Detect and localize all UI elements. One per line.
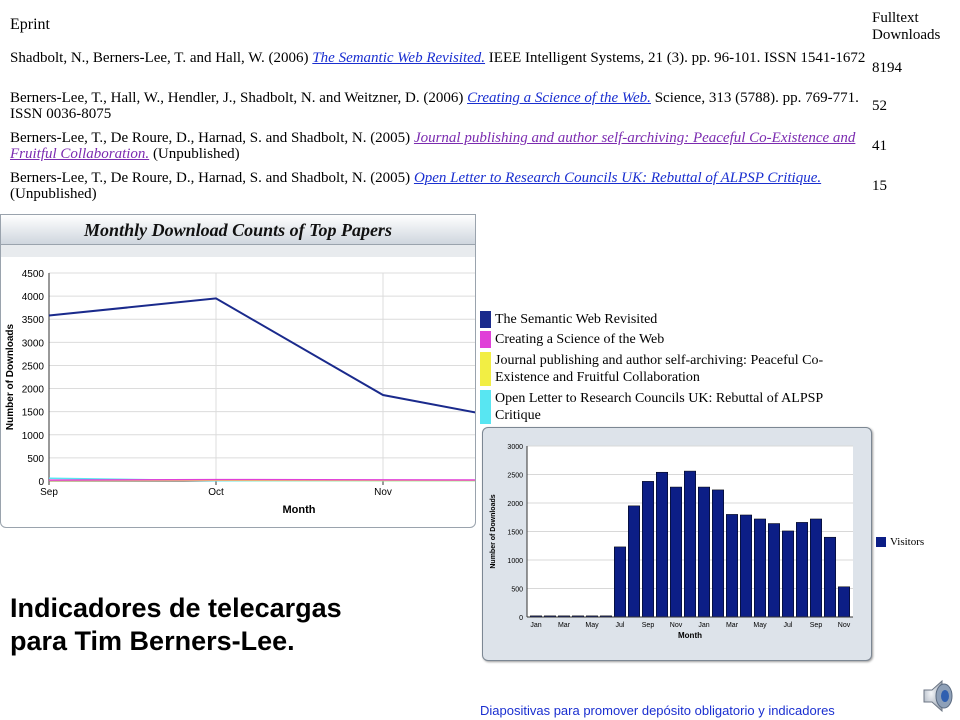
x-tick-label: Sep: [40, 487, 58, 498]
citation-authors: Shadbolt, N., Berners-Lee, T. and Hall, …: [10, 50, 313, 66]
legend-label: Visitors: [890, 536, 925, 548]
y-tick-label: 4000: [22, 292, 45, 303]
y-axis-label: Number of Downloads: [490, 494, 497, 568]
y-tick-label: 500: [511, 587, 523, 594]
x-axis-label: Month: [283, 504, 316, 516]
x-tick-label: Sep: [810, 622, 823, 629]
caption-line: Indicadores de telecargas: [10, 593, 342, 623]
table-row: Berners-Lee, T., De Roure, D., Harnad, S…: [10, 170, 870, 202]
citation-source: IEEE Intelligent Systems, 21 (3). pp. 96…: [485, 50, 866, 66]
bar-chart-panel: 0 500 1000 1500 2000 2500 3000 Jan Mar May Jul Sep N…: [482, 427, 872, 661]
bar: [656, 471, 668, 618]
citation-authors: Berners-Lee, T., De Roure, D., Harnad, S…: [10, 130, 414, 146]
y-axis-label: Number of Downloads: [5, 324, 16, 431]
citation-source: (Unpublished): [149, 146, 240, 162]
x-tick-label: Mar: [558, 622, 571, 629]
legend-item: Creating a Science of the Web: [480, 331, 835, 348]
bar: [684, 470, 696, 618]
legend-swatch: [480, 311, 491, 328]
speaker-icon[interactable]: [920, 676, 958, 716]
x-tick-label: May: [753, 622, 767, 629]
bar: [726, 514, 738, 618]
x-tick-label: Jan: [698, 622, 709, 629]
x-tick-label: Mar: [726, 622, 739, 629]
paper-link-open-letter[interactable]: Open Letter to Research Councils UK: Reb…: [414, 170, 821, 186]
bar: [614, 546, 626, 618]
header-eprint: Eprint: [10, 16, 50, 33]
y-tick-label: 1500: [507, 530, 523, 537]
x-tick-label: May: [585, 622, 599, 629]
bar: [824, 536, 836, 618]
y-tick-label: 1000: [22, 431, 45, 442]
citation-authors: Berners-Lee, T., De Roure, D., Harnad, S…: [10, 170, 414, 186]
bar: [740, 514, 752, 618]
bar: [670, 486, 682, 618]
legend-item: Journal publishing and author self-archi…: [480, 352, 835, 386]
y-tick-label: 2000: [507, 501, 523, 508]
bar: [698, 486, 710, 618]
legend-label: The Semantic Web Revisited: [495, 312, 658, 327]
legend-item: Open Letter to Research Councils UK: Reb…: [480, 390, 835, 424]
x-tick-label: Nov: [374, 487, 392, 498]
line-chart-panel: Monthly Download Counts of Top Papers 05…: [0, 214, 476, 528]
y-tick-label: 4500: [22, 269, 45, 280]
paper-link-science-of-web[interactable]: Creating a Science of the Web.: [467, 90, 651, 106]
y-tick-label: 1000: [507, 558, 523, 565]
download-count: 8194: [872, 60, 902, 76]
footer-text: Diapositivas para promover depósito obli…: [480, 703, 835, 718]
citation-authors: Berners-Lee, T., Hall, W., Hendler, J., …: [10, 90, 468, 106]
bar: [768, 523, 780, 618]
download-count: 15: [872, 178, 887, 194]
y-tick-label: 2500: [22, 361, 45, 372]
x-tick-label: Jul: [616, 622, 625, 629]
header-fulltext-downloads: Fulltext Downloads: [872, 10, 941, 43]
bar: [754, 518, 766, 618]
x-axis-label: Month: [678, 631, 702, 640]
legend-label: Open Letter to Research Councils UK: Reb…: [495, 391, 823, 423]
legend-swatch: [480, 331, 491, 348]
bar: [810, 518, 822, 618]
legend-swatch: [480, 390, 491, 424]
line-chart: 050010001500200025003000350040004500Sep O…: [5, 269, 475, 516]
y-tick-label: 2000: [22, 385, 45, 396]
paper-link-semantic-web[interactable]: The Semantic Web Revisited.: [312, 50, 485, 66]
caption-line: para Tim Berners-Lee.: [10, 626, 295, 656]
bar: [628, 505, 640, 618]
download-count: 41: [872, 138, 887, 154]
legend-swatch: [480, 352, 491, 386]
y-tick-label: 500: [27, 454, 44, 465]
table-row: Berners-Lee, T., Hall, W., Hendler, J., …: [10, 90, 870, 122]
line-chart-title: Monthly Download Counts of Top Papers: [1, 215, 475, 245]
series-line: [48, 297, 475, 414]
y-tick-label: 0: [519, 615, 523, 622]
legend-item: The Semantic Web Revisited: [480, 311, 835, 328]
bar: [782, 530, 794, 618]
x-tick-label: Oct: [208, 487, 224, 498]
download-count: 52: [872, 98, 887, 114]
bar: [838, 586, 850, 618]
bar: [712, 489, 724, 618]
x-tick-label: Jan: [530, 622, 541, 629]
bar-chart: 0 500 1000 1500 2000 2500 3000 Jan Mar May Jul Sep N…: [490, 444, 853, 640]
x-tick-label: Nov: [838, 622, 851, 629]
x-tick-label: Jul: [784, 622, 793, 629]
table-row: Berners-Lee, T., De Roure, D., Harnad, S…: [10, 130, 870, 162]
x-tick-label: Nov: [670, 622, 683, 629]
slide-caption: Indicadores de telecargas para Tim Berne…: [10, 592, 450, 658]
bar: [642, 481, 654, 618]
y-tick-label: 3000: [22, 338, 45, 349]
y-tick-label: 1500: [22, 408, 45, 419]
y-tick-label: 2500: [507, 473, 523, 480]
y-tick-label: 3500: [22, 315, 45, 326]
bar-chart-legend: Visitors: [876, 536, 924, 548]
legend-label: Creating a Science of the Web: [495, 332, 665, 347]
table-row: Shadbolt, N., Berners-Lee, T. and Hall, …: [10, 50, 870, 66]
x-tick-label: Sep: [642, 622, 655, 629]
legend-label: Journal publishing and author self-archi…: [495, 353, 824, 385]
legend-swatch: [876, 537, 886, 547]
bar: [796, 522, 808, 618]
y-tick-label: 3000: [507, 444, 523, 451]
citation-source: (Unpublished): [10, 186, 97, 202]
